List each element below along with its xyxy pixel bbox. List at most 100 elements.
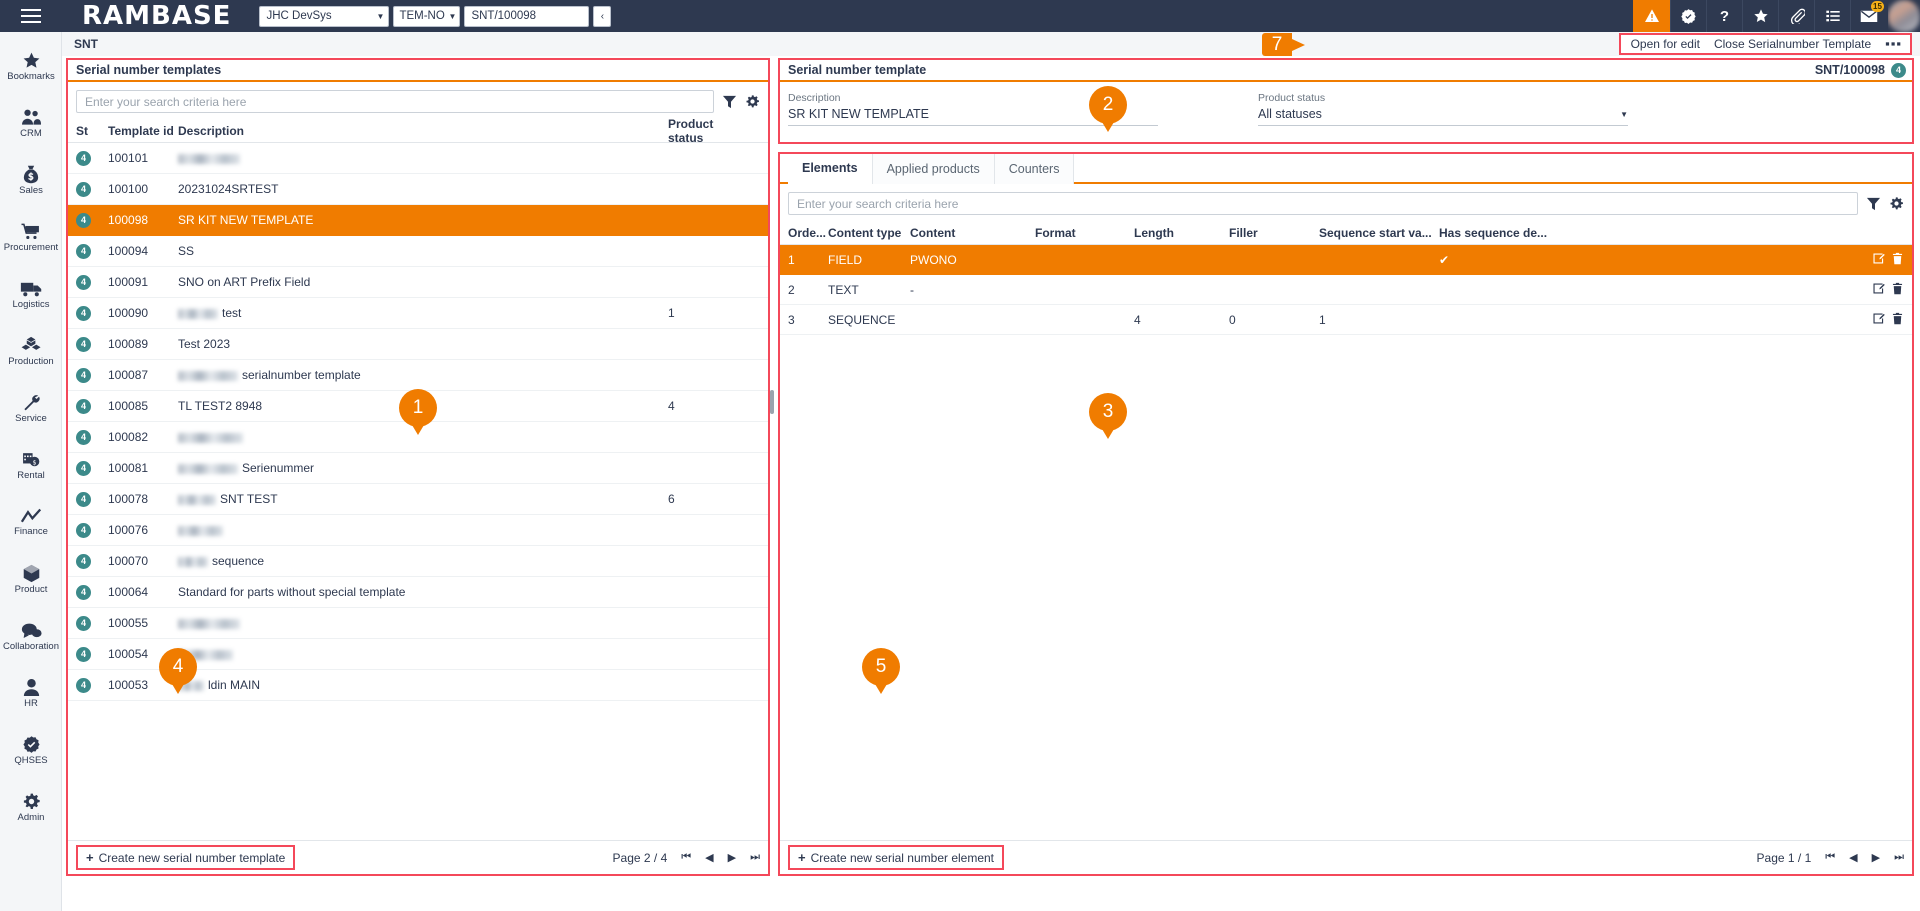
first-page-icon[interactable]: ⏮ — [1825, 851, 1835, 864]
next-page-icon[interactable]: ▶ — [1872, 851, 1880, 864]
sidebar-item-hr[interactable]: HR — [0, 665, 62, 722]
search-input[interactable] — [76, 90, 714, 113]
sidebar-item-sales[interactable]: Sales — [0, 152, 62, 209]
mail-icon[interactable]: 15 — [1850, 0, 1886, 32]
paperclip-icon[interactable] — [1778, 0, 1814, 32]
star-icon[interactable] — [1742, 0, 1778, 32]
status-badge: 4 — [76, 306, 91, 321]
table-row[interactable]: 1FIELDPWONO✔ — [780, 245, 1912, 275]
document-number-input[interactable]: SNT/100098 — [464, 6, 589, 27]
product-status-select[interactable]: All statuses ▼ — [1258, 107, 1628, 126]
edit-icon[interactable] — [1872, 312, 1885, 328]
close-template-button[interactable]: Close Serialnumber Template — [1714, 37, 1871, 51]
sidebar-item-product[interactable]: Product — [0, 551, 62, 608]
last-page-icon[interactable]: ⏭ — [750, 851, 760, 864]
table-row[interactable]: 3SEQUENCE401 — [780, 305, 1912, 335]
table-row[interactable]: 2TEXT- — [780, 275, 1912, 305]
description-text: Serienummer — [242, 461, 314, 475]
sidebar-item-bookmarks[interactable]: Bookmarks — [0, 38, 62, 95]
table-row[interactable]: 410010020231024SRTEST — [68, 174, 768, 205]
table-row[interactable]: 4100101 — [68, 143, 768, 174]
sidebar-item-rental[interactable]: $ Rental — [0, 437, 62, 494]
column-header-description: Description — [178, 124, 668, 138]
status-badge: 4 — [76, 554, 91, 569]
company-select[interactable]: JHC DevSys ▼ — [259, 6, 389, 27]
list-icon[interactable] — [1814, 0, 1850, 32]
sidebar-item-label: Product — [15, 585, 48, 595]
create-new-serial-number-element-button[interactable]: + Create new serial number element — [788, 845, 1004, 870]
create-new-serial-number-template-button[interactable]: + Create new serial number template — [76, 845, 295, 870]
prev-page-icon[interactable]: ◀ — [705, 851, 713, 864]
star-icon — [22, 51, 41, 70]
status-badge: 4 — [76, 368, 91, 383]
status-badge: 4 — [76, 213, 91, 228]
tab-applied-products[interactable]: Applied products — [872, 154, 995, 184]
table-row[interactable]: 4100087serialnumber template — [68, 360, 768, 391]
callout-5: 5 — [862, 648, 900, 686]
delete-icon[interactable] — [1891, 252, 1904, 268]
sidebar-item-collaboration[interactable]: Collaboration — [0, 608, 62, 665]
table-row[interactable]: 4100089Test 2023 — [68, 329, 768, 360]
tab-counters[interactable]: Counters — [994, 154, 1075, 184]
table-row[interactable]: 4100094SS — [68, 236, 768, 267]
alert-icon[interactable] — [1633, 0, 1670, 32]
sidebar-item-procurement[interactable]: Procurement — [0, 209, 62, 266]
sidebar-item-label: Admin — [18, 813, 45, 823]
settings-gear-icon[interactable] — [1889, 196, 1904, 211]
panel-footer: + Create new serial number element Page … — [780, 840, 1912, 874]
help-icon[interactable]: ? — [1706, 0, 1742, 32]
table-row[interactable]: 4100078SNT TEST6 — [68, 484, 768, 515]
table-row[interactable]: 4100055 — [68, 608, 768, 639]
description-text: SNO on ART Prefix Field — [178, 275, 310, 289]
sidebar-item-production[interactable]: Production — [0, 323, 62, 380]
table-row[interactable]: 4100076 — [68, 515, 768, 546]
search-input[interactable] — [788, 192, 1858, 215]
next-page-icon[interactable]: ▶ — [728, 851, 736, 864]
edit-icon[interactable] — [1872, 282, 1885, 298]
first-page-icon[interactable]: ⏮ — [681, 851, 691, 864]
panel-splitter[interactable] — [770, 390, 774, 414]
filter-icon[interactable] — [722, 94, 737, 109]
collapse-button[interactable]: ‹ — [593, 6, 611, 27]
open-for-edit-button[interactable]: Open for edit — [1631, 37, 1700, 51]
status-badge-cell: 4 — [76, 554, 108, 569]
callout-number: 7 — [1272, 34, 1283, 56]
sidebar-item-crm[interactable]: CRM — [0, 95, 62, 152]
status-badge-cell: 4 — [76, 678, 108, 693]
truck-icon — [20, 280, 43, 298]
table-row[interactable]: 4100090test1 — [68, 298, 768, 329]
sidebar-item-qhses[interactable]: QHSES — [0, 722, 62, 779]
sidebar-item-label: HR — [24, 699, 38, 709]
check-badge-icon — [22, 735, 41, 754]
avatar[interactable] — [1888, 0, 1920, 32]
prev-page-icon[interactable]: ◀ — [1849, 851, 1857, 864]
delete-icon[interactable] — [1891, 312, 1904, 328]
table-row[interactable]: 4100070sequence — [68, 546, 768, 577]
panel-title: Serial number templates — [76, 63, 221, 77]
sidebar-item-finance[interactable]: Finance — [0, 494, 62, 551]
tab-elements[interactable]: Elements — [788, 154, 873, 184]
table-row[interactable]: 4100081Serienummer — [68, 453, 768, 484]
content-cell: PWONO — [910, 253, 1035, 267]
delete-icon[interactable] — [1891, 282, 1904, 298]
table-row[interactable]: 4100064Standard for parts without specia… — [68, 577, 768, 608]
edit-icon[interactable] — [1872, 252, 1885, 268]
more-actions-button[interactable]: ▪▪▪ — [1885, 40, 1902, 48]
hamburger-menu-icon[interactable] — [0, 0, 62, 32]
sidebar-item-admin[interactable]: Admin — [0, 779, 62, 836]
table-row[interactable]: 4100098SR KIT NEW TEMPLATE — [68, 205, 768, 236]
last-page-icon[interactable]: ⏭ — [1894, 851, 1904, 864]
context-select[interactable]: TEM-NO ▼ — [393, 6, 460, 27]
filter-icon[interactable] — [1866, 196, 1881, 211]
sidebar-item-label: Collaboration — [3, 642, 59, 652]
status-badge: 4 — [76, 492, 91, 507]
product-status-cell: 1 — [668, 306, 760, 320]
sidebar-item-label: Logistics — [13, 300, 50, 310]
settings-gear-icon[interactable] — [745, 94, 760, 109]
product-status-field: Product status All statuses ▼ — [1258, 92, 1628, 126]
table-row[interactable]: 4100091SNO on ART Prefix Field — [68, 267, 768, 298]
status-badge: 4 — [76, 337, 91, 352]
sidebar-item-service[interactable]: Service — [0, 380, 62, 437]
sidebar-item-logistics[interactable]: Logistics — [0, 266, 62, 323]
verified-badge-icon[interactable] — [1670, 0, 1706, 32]
